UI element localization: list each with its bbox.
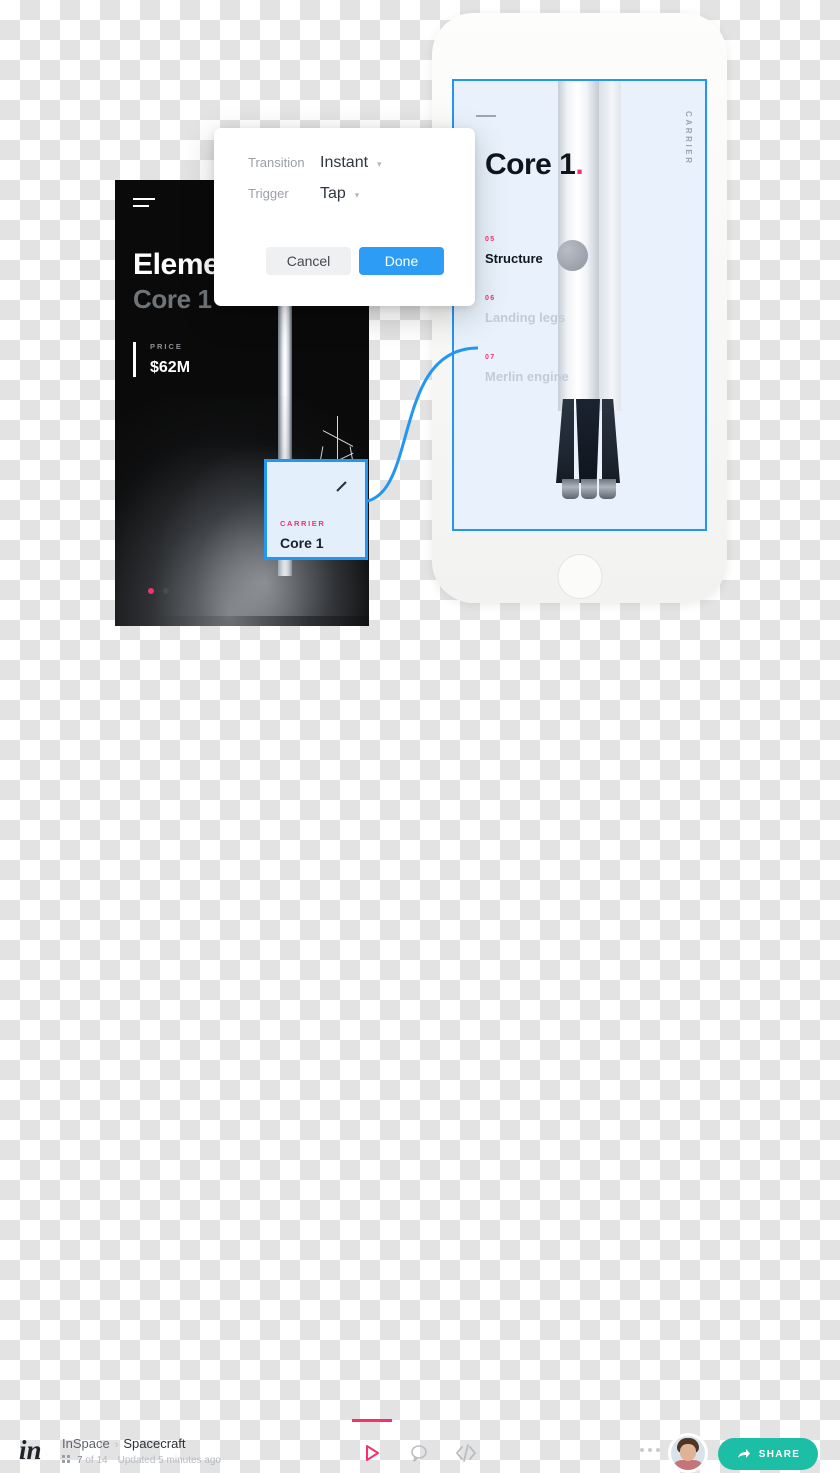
transition-label: Transition <box>248 155 305 170</box>
screen-side-label: CARRIER <box>684 111 693 166</box>
chevron-down-icon[interactable]: ▾ <box>355 190 360 201</box>
bottom-toolbar: in InSpace › Spacecraft 7 of 14 Updated 5 … <box>0 714 840 1473</box>
price-block: PRICE $62M <box>133 342 190 377</box>
screen-counter-total: of 14 <box>85 1455 108 1466</box>
breadcrumb-root[interactable]: InSpace <box>62 1436 110 1451</box>
list-item-label: Structure <box>485 251 543 266</box>
more-options-icon[interactable] <box>640 1448 660 1452</box>
invision-logo[interactable]: in <box>19 1435 42 1466</box>
trigger-row: Trigger Tap ▾ <box>248 185 359 203</box>
price-label: PRICE <box>150 342 183 351</box>
menu-dash-icon[interactable] <box>476 115 496 117</box>
hotspot-eyebrow: CARRIER <box>280 519 326 528</box>
screen-title: Core 1. <box>485 148 584 182</box>
hotspot-name: Core 1 <box>280 535 324 551</box>
list-item-label: Landing legs <box>485 310 566 325</box>
pagination-dot-active[interactable] <box>148 588 154 594</box>
share-button[interactable]: SHARE <box>718 1438 818 1470</box>
updated-timestamp: Updated 5 minutes ago <box>117 1455 221 1466</box>
pagination-dot[interactable] <box>163 588 169 594</box>
list-item-number: 06 <box>485 295 496 302</box>
hotspot-settings-modal: Transition Instant ▾ Trigger Tap ▾ Cance… <box>214 128 475 306</box>
done-button[interactable]: Done <box>359 247 444 275</box>
list-item[interactable]: 06 Landing legs <box>485 295 615 327</box>
active-tool-indicator <box>352 1419 392 1422</box>
card-subtitle: Core 1 <box>133 284 212 314</box>
code-inspect-icon[interactable] <box>453 1440 479 1466</box>
share-button-label: SHARE <box>758 1448 801 1460</box>
play-preview-icon[interactable] <box>358 1440 384 1466</box>
phone-screen-selection[interactable]: CARRIER Core 1. 05 Structure 06 Landing … <box>452 79 707 531</box>
screen-counter-current: 7 <box>77 1455 83 1466</box>
home-button <box>557 554 602 599</box>
cancel-button[interactable]: Cancel <box>266 247 351 275</box>
chevron-down-icon[interactable]: ▾ <box>377 159 382 170</box>
pagination-dots[interactable] <box>148 588 169 594</box>
transition-value[interactable]: Instant <box>320 154 368 172</box>
list-item-label: Merlin engine <box>485 369 569 384</box>
list-item[interactable]: 07 Merlin engine <box>485 354 615 386</box>
screen-title-dot: . <box>575 148 584 181</box>
list-item-number: 05 <box>485 236 496 243</box>
rocket-landing-legs-graphic <box>552 399 624 509</box>
comment-icon[interactable] <box>406 1440 432 1466</box>
iphone-device-mockup: CARRIER Core 1. 05 Structure 06 Landing … <box>432 13 727 603</box>
price-value: $62M <box>150 359 191 376</box>
breadcrumb: InSpace › Spacecraft <box>62 1436 186 1451</box>
screen-title-text: Core 1 <box>485 148 576 181</box>
screen-part-list: 05 Structure 06 Landing legs 07 Merlin e… <box>485 236 615 413</box>
hamburger-menu-icon[interactable] <box>133 198 155 212</box>
grid-view-icon[interactable] <box>62 1455 71 1465</box>
trigger-value[interactable]: Tap <box>320 185 346 203</box>
hotspot-link-card[interactable]: CARRIER Core 1 <box>264 459 368 560</box>
breadcrumb-separator: › <box>114 1439 119 1451</box>
list-item[interactable]: 05 Structure <box>485 236 615 268</box>
avatar[interactable] <box>668 1433 708 1473</box>
list-item-number: 07 <box>485 354 496 361</box>
trigger-label: Trigger <box>248 186 289 201</box>
breadcrumb-current[interactable]: Spacecraft <box>123 1436 185 1451</box>
share-arrow-icon <box>737 1448 750 1458</box>
project-meta: 7 of 14 Updated 5 minutes ago <box>62 1455 221 1466</box>
pencil-edit-icon[interactable] <box>335 479 349 493</box>
screen-counter: 7 of 14 <box>77 1455 108 1466</box>
transition-row: Transition Instant ▾ <box>248 154 382 172</box>
phone-screen-content: CARRIER Core 1. 05 Structure 06 Landing … <box>454 81 705 529</box>
